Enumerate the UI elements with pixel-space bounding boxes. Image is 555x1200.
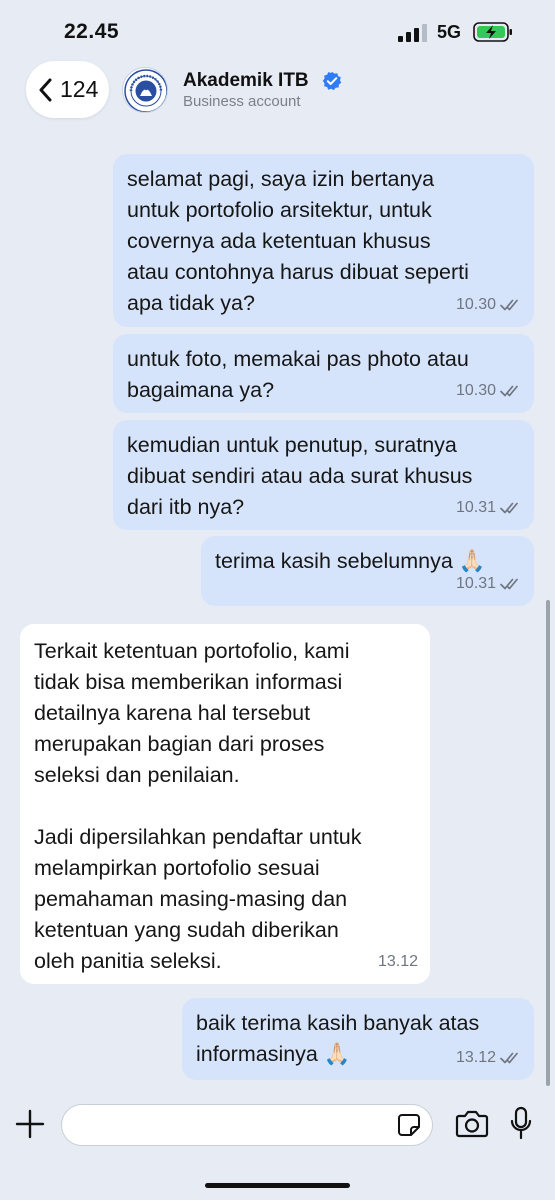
double-check-icon	[500, 1052, 518, 1063]
itb-logo-icon	[124, 69, 167, 112]
camera-icon[interactable]	[455, 1108, 489, 1140]
message-bubble-outgoing[interactable]: kemudian untuk penutup, suratnya dibuat …	[113, 420, 534, 530]
unread-count: 124	[60, 76, 99, 102]
message-time: 13.12	[377, 953, 418, 970]
message-meta: 13.12	[378, 946, 418, 977]
chat-screen: 22.45 5G 124 Akademik ITB Business accou…	[0, 0, 555, 1200]
status-time: 22.45	[64, 20, 120, 43]
message-bubble-outgoing[interactable]: terima kasih sebelumnya 🙏🏻 10.31	[201, 536, 534, 606]
double-check-icon	[500, 299, 518, 310]
contact-name[interactable]: Akademik ITB	[183, 70, 309, 92]
message-time: 10.31	[455, 575, 496, 592]
cellular-signal-icon	[398, 24, 427, 42]
network-type: 5G	[437, 22, 462, 42]
message-meta: 13.12	[456, 1042, 522, 1073]
message-meta: 10.31	[456, 568, 522, 599]
chat-scrollbar[interactable]	[546, 600, 550, 1086]
message-time: 10.30	[455, 296, 496, 313]
message-time: 10.31	[455, 499, 496, 516]
message-text: Terkait ketentuan portofolio, kami tidak…	[34, 639, 362, 973]
double-check-icon	[500, 385, 518, 396]
battery-charging-icon	[473, 22, 512, 42]
message-time: 13.12	[455, 1049, 496, 1066]
message-meta: 10.30	[456, 375, 522, 406]
message-time: 10.30	[455, 382, 496, 399]
message-bubble-outgoing[interactable]: untuk foto, memakai pas photo atau bagai…	[113, 334, 534, 413]
back-button[interactable]: 124	[26, 61, 109, 118]
message-meta: 10.31	[456, 492, 522, 523]
sticker-icon[interactable]	[397, 1113, 421, 1137]
contact-subtitle: Business account	[183, 93, 301, 110]
message-bubble-incoming[interactable]: Terkait ketentuan portofolio, kami tidak…	[20, 624, 430, 984]
contact-avatar[interactable]	[122, 67, 168, 113]
status-bar: 22.45 5G	[0, 0, 555, 60]
home-indicator[interactable]	[205, 1183, 350, 1188]
message-input[interactable]	[61, 1104, 433, 1146]
message-bubble-outgoing[interactable]: selamat pagi, saya izin bertanya untuk p…	[113, 154, 534, 327]
message-meta: 10.30	[456, 289, 522, 320]
plus-icon[interactable]	[14, 1108, 46, 1140]
verified-badge-icon	[322, 71, 342, 91]
microphone-icon[interactable]	[509, 1106, 533, 1142]
chevron-left-icon	[39, 78, 52, 101]
double-check-icon	[500, 578, 518, 589]
message-bubble-outgoing[interactable]: baik terima kasih banyak atas informasin…	[182, 998, 534, 1080]
double-check-icon	[500, 502, 518, 513]
